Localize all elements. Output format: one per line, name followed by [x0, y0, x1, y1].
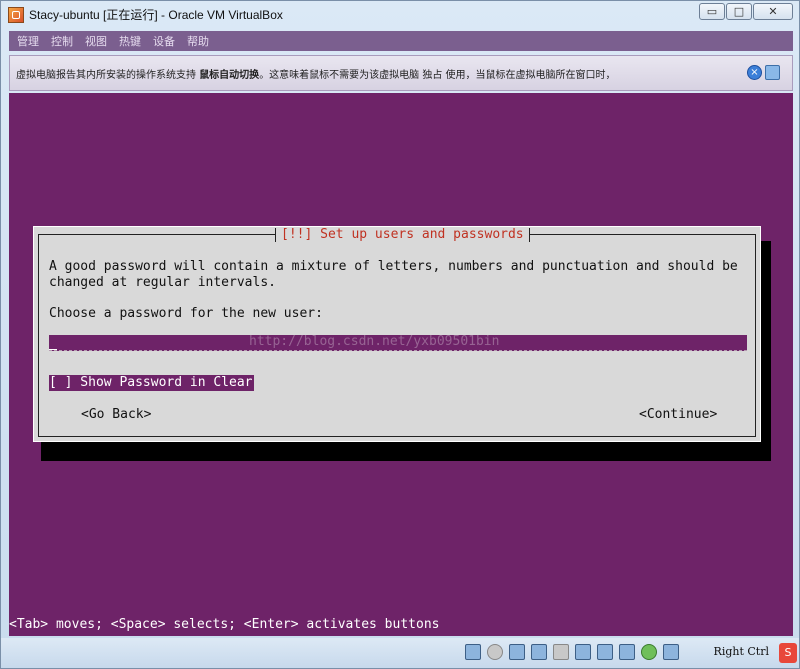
window-controls: ▭ □ ✕: [698, 3, 793, 20]
text-cursor: [49, 335, 57, 350]
close-notice-icon[interactable]: ×: [747, 65, 762, 80]
notice-text-before: 虚拟电脑报告其内所安装的操作系统支持: [16, 69, 200, 81]
setup-users-dialog: [!!] Set up users and passwords A good p…: [33, 226, 761, 442]
continue-button[interactable]: <Continue>: [639, 407, 717, 423]
password-prompt: Choose a password for the new user:: [49, 306, 323, 321]
close-button[interactable]: ✕: [753, 3, 793, 20]
menu-hotkeys[interactable]: 热键: [119, 33, 141, 49]
audio-icon[interactable]: [509, 644, 525, 660]
password-advice-text: A good password will contain a mixture o…: [49, 259, 738, 290]
password-input[interactable]: http://blog.csdn.net/yxb09501bin: [49, 335, 747, 351]
hard-disk-icon[interactable]: [465, 644, 481, 660]
host-key-label: Right Ctrl: [713, 645, 769, 658]
menu-help[interactable]: 帮助: [187, 33, 209, 49]
menu-machine[interactable]: 管理: [17, 33, 39, 49]
watermark-text: http://blog.csdn.net/yxb09501bin: [249, 335, 500, 349]
shared-folders-icon[interactable]: [575, 644, 591, 660]
device-indicators: [459, 644, 679, 660]
notice-text: 虚拟电脑报告其内所安装的操作系统支持 鼠标自动切换。这意味着鼠标不需要为该虚拟电…: [16, 66, 616, 81]
vm-status-bar: Right Ctrl S: [1, 638, 799, 668]
virtualization-icon[interactable]: [641, 644, 657, 660]
csdn-badge-icon: S: [779, 643, 797, 663]
usb-icon[interactable]: [553, 644, 569, 660]
keyboard-capture-icon[interactable]: [663, 644, 679, 660]
go-back-button[interactable]: <Go Back>: [81, 407, 151, 423]
title-bar: Stacy-ubuntu [正在运行] - Oracle VM VirtualB…: [1, 1, 799, 28]
display-icon[interactable]: [597, 644, 613, 660]
menu-devices[interactable]: 设备: [153, 33, 175, 49]
keyboard-help-line: <Tab> moves; <Space> selects; <Enter> ac…: [9, 617, 440, 632]
network-icon[interactable]: [531, 644, 547, 660]
show-password-checkbox[interactable]: [ ] Show Password in Clear: [49, 375, 254, 391]
notice-text-after: 。这意味着鼠标不需要为该虚拟电脑 独占 使用，当鼠标在虚拟电脑所在窗口时，: [259, 69, 616, 81]
menu-control[interactable]: 控制: [51, 33, 73, 49]
dialog-frame: [!!] Set up users and passwords A good p…: [38, 227, 756, 437]
minimize-button[interactable]: ▭: [699, 3, 725, 20]
menu-bar: 管理 控制 视图 热键 设备 帮助: [9, 31, 793, 51]
window-title: Stacy-ubuntu [正在运行] - Oracle VM VirtualB…: [29, 8, 283, 22]
optical-drive-icon[interactable]: [487, 644, 503, 660]
maximize-button[interactable]: □: [726, 3, 752, 20]
video-capture-icon[interactable]: [619, 644, 635, 660]
notice-actions: ×: [744, 65, 780, 80]
virtualbox-app-icon: [8, 6, 24, 23]
virtualbox-window: Stacy-ubuntu [正在运行] - Oracle VM VirtualB…: [0, 0, 800, 669]
mouse-integration-icon[interactable]: [765, 65, 780, 80]
mouse-integration-notice: 虚拟电脑报告其内所安装的操作系统支持 鼠标自动切换。这意味着鼠标不需要为该虚拟电…: [9, 55, 793, 91]
notice-text-bold: 鼠标自动切换: [199, 69, 260, 81]
dialog-title: [!!] Set up users and passwords: [275, 227, 530, 243]
menu-view[interactable]: 视图: [85, 33, 107, 49]
guest-screen[interactable]: [!!] Set up users and passwords A good p…: [9, 93, 793, 636]
